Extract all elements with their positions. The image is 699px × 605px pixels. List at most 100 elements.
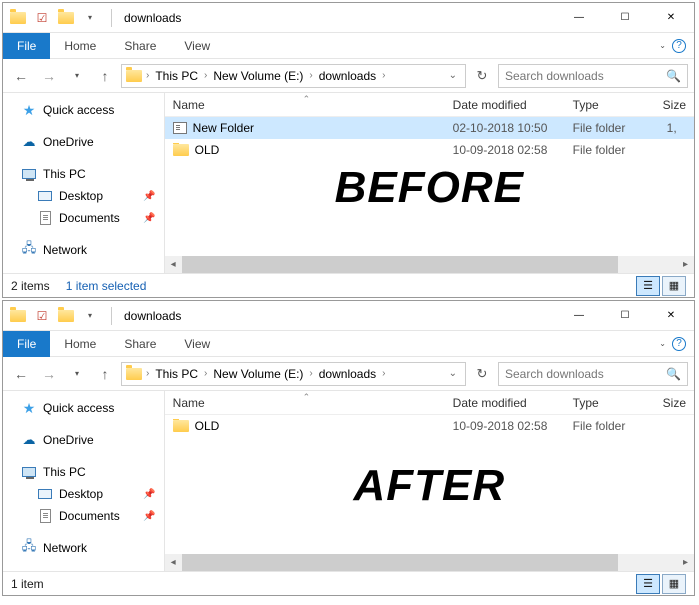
ribbon-tab[interactable]: Home [50,331,110,357]
window-title: downloads [118,11,181,25]
refresh-button[interactable]: ↻ [470,64,494,88]
search-input[interactable]: Search downloads 🔍 [498,64,688,88]
address-dropdown[interactable]: ⌄ [443,368,463,379]
ribbon-tab[interactable]: View [170,33,224,59]
scroll-left-icon[interactable]: ◂ [165,554,182,571]
scroll-thumb[interactable] [182,554,618,571]
maximize-button[interactable]: ☐ [602,301,648,331]
app-icon[interactable] [7,7,29,29]
address-bar[interactable]: › This PC › New Volume (E:) › downloads … [121,362,466,386]
scroll-right-icon[interactable]: ▸ [677,256,694,273]
titlebar[interactable]: ☑ ▾ downloads — ☐ ✕ [3,301,694,331]
qat-customize[interactable]: ▾ [79,305,101,327]
address-dropdown[interactable]: ⌄ [443,70,463,81]
sidebar-quick-access[interactable]: ★Quick access [3,397,164,419]
sidebar-network[interactable]: 🖧Network [3,239,164,261]
view-details-button[interactable]: ☰ [636,276,660,296]
desktop-icon [37,188,53,204]
network-icon: 🖧 [21,540,37,556]
breadcrumb-seg[interactable]: New Volume (E:) [209,69,307,83]
sidebar-desktop[interactable]: Desktop📌 [3,185,164,207]
col-size[interactable]: Size [655,98,694,112]
sidebar-desktop[interactable]: Desktop📌 [3,483,164,505]
overlay-label: BEFORE [335,163,524,213]
maximize-button[interactable]: ☐ [602,3,648,33]
ribbon-expand-icon[interactable]: ⌄ [659,41,666,50]
breadcrumb-seg[interactable]: downloads [315,69,380,83]
sidebar-documents[interactable]: Documents📌 [3,207,164,229]
folder-icon [173,144,189,156]
search-input[interactable]: Search downloads 🔍 [498,362,688,386]
ribbon-expand-icon[interactable]: ⌄ [659,339,666,348]
col-date[interactable]: Date modified [445,396,565,410]
breadcrumb-seg[interactable]: This PC [151,367,202,381]
nav-forward[interactable]: → [37,362,61,386]
table-row[interactable]: OLD 10-09-2018 02:58 File folder [165,139,694,161]
help-button[interactable]: ? [672,337,686,351]
horizontal-scrollbar[interactable]: ◂ ▸ [165,256,694,273]
refresh-button[interactable]: ↻ [470,362,494,386]
close-button[interactable]: ✕ [648,3,694,33]
view-large-button[interactable]: ▦ [662,574,686,594]
horizontal-scrollbar[interactable]: ◂ ▸ [165,554,694,571]
ribbon-tab[interactable]: Home [50,33,110,59]
status-count: 2 items [11,279,50,293]
ribbon-file-tab[interactable]: File [3,33,50,59]
sidebar-quick-access[interactable]: ★Quick access [3,99,164,121]
scroll-left-icon[interactable]: ◂ [165,256,182,273]
view-large-button[interactable]: ▦ [662,276,686,296]
qat-properties[interactable]: ☑ [31,7,53,29]
nav-back[interactable]: ← [9,362,33,386]
document-icon [37,210,53,226]
view-details-button[interactable]: ☰ [636,574,660,594]
file-name: OLD [195,143,220,157]
app-icon[interactable] [7,305,29,327]
breadcrumb-seg[interactable]: This PC [151,69,202,83]
nav-up[interactable]: ↑ [93,362,117,386]
col-date[interactable]: Date modified [445,98,565,112]
ribbon-tab[interactable]: Share [110,331,170,357]
ribbon-tab[interactable]: View [170,331,224,357]
scroll-thumb[interactable] [182,256,618,273]
nav-back[interactable]: ← [9,64,33,88]
titlebar[interactable]: ☑ ▾ downloads — ☐ ✕ [3,3,694,33]
qat-newfolder[interactable] [55,7,77,29]
sidebar-this-pc[interactable]: This PC [3,163,164,185]
breadcrumb-seg[interactable]: New Volume (E:) [209,367,307,381]
table-row[interactable]: OLD 10-09-2018 02:58 File folder [165,415,694,437]
sidebar-onedrive[interactable]: ☁OneDrive [3,131,164,153]
minimize-button[interactable]: — [556,3,602,33]
col-type[interactable]: Type [565,396,655,410]
minimize-button[interactable]: — [556,301,602,331]
qat-properties[interactable]: ☑ [31,305,53,327]
ribbon-tab[interactable]: Share [110,33,170,59]
scroll-right-icon[interactable]: ▸ [677,554,694,571]
address-bar[interactable]: › This PC › New Volume (E:) › downloads … [121,64,466,88]
col-size[interactable]: Size [655,396,694,410]
help-button[interactable]: ? [672,39,686,53]
ribbon-file-tab[interactable]: File [3,331,50,357]
pin-icon: 📌 [143,489,155,500]
pin-icon: 📌 [143,511,155,522]
nav-history[interactable]: ▾ [65,64,89,88]
col-type[interactable]: Type [565,98,655,112]
sidebar-this-pc[interactable]: This PC [3,461,164,483]
star-icon: ★ [21,400,37,416]
nav-forward[interactable]: → [37,64,61,88]
qat-newfolder[interactable] [55,305,77,327]
table-row[interactable]: New Folder 02-10-2018 10:50 File folder … [165,117,694,139]
nav-row: ← → ▾ ↑ › This PC › New Volume (E:) › do… [3,59,694,93]
qat-customize[interactable]: ▾ [79,7,101,29]
chevron-right-icon: › [309,368,312,379]
breadcrumb-seg[interactable]: downloads [315,367,380,381]
sidebar-onedrive[interactable]: ☁OneDrive [3,429,164,451]
close-button[interactable]: ✕ [648,301,694,331]
sidebar-network[interactable]: 🖧Network [3,537,164,559]
sidebar-documents[interactable]: Documents📌 [3,505,164,527]
chevron-right-icon: › [382,368,385,379]
nav-history[interactable]: ▾ [65,362,89,386]
file-type: File folder [565,419,655,433]
file-date: 02-10-2018 10:50 [445,121,565,135]
nav-up[interactable]: ↑ [93,64,117,88]
cloud-icon: ☁ [21,432,37,448]
